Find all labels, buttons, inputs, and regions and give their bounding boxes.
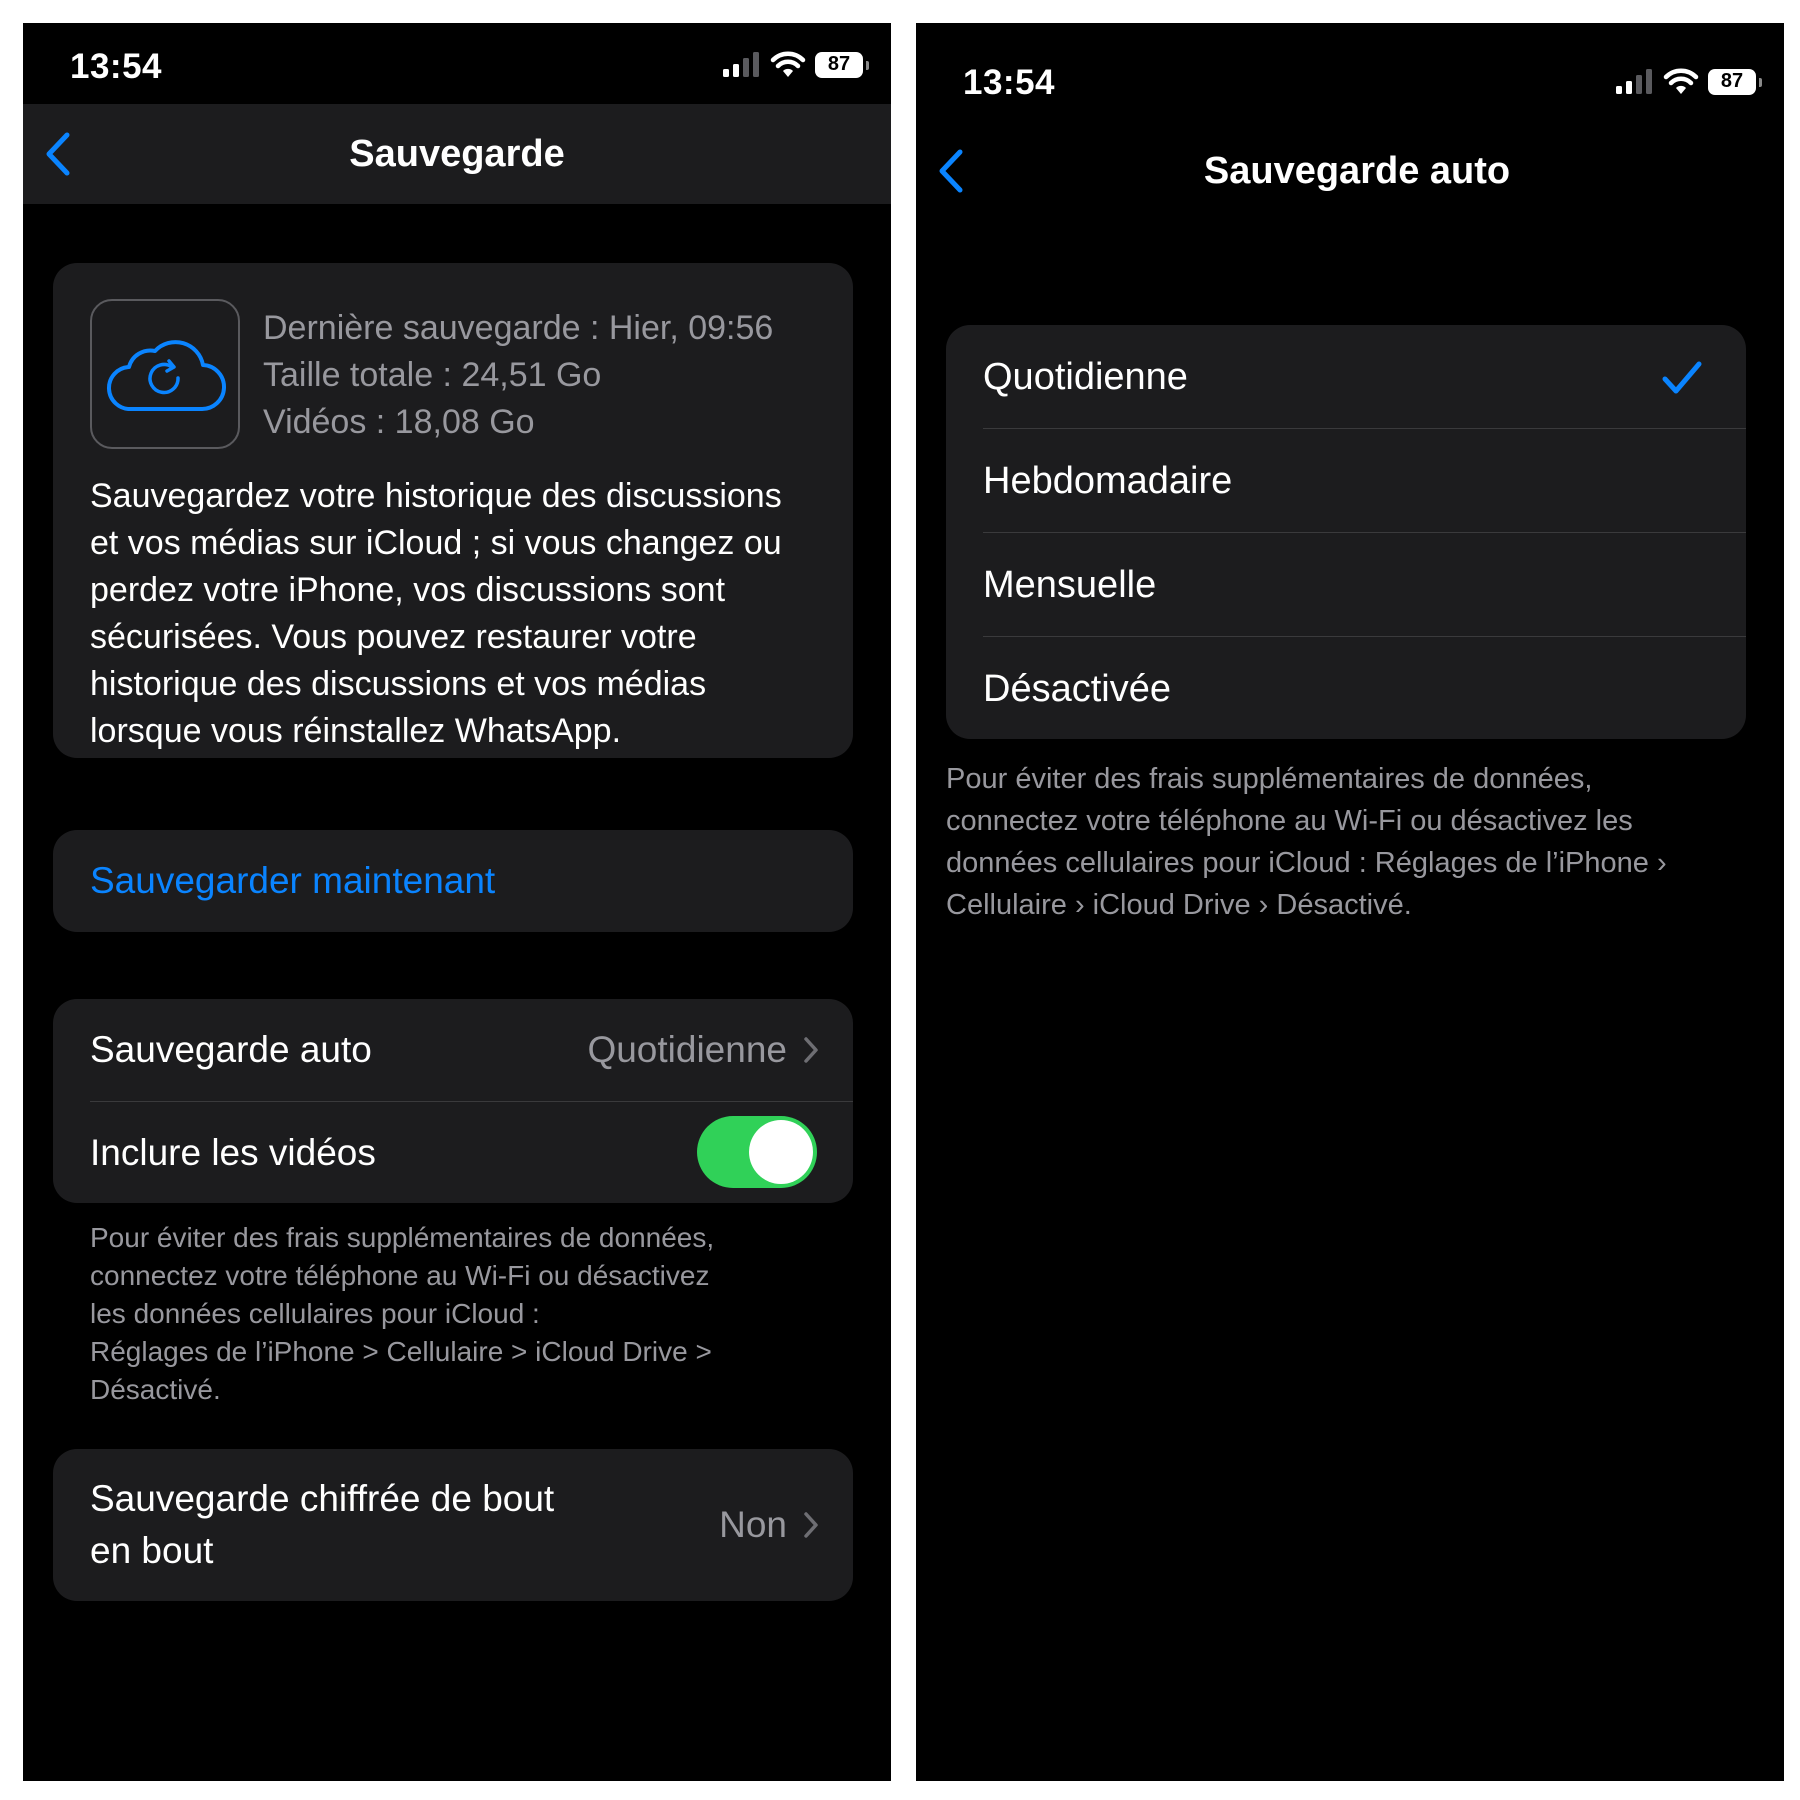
- cellular-signal-icon: [723, 51, 759, 77]
- chevron-left-icon: [939, 149, 963, 193]
- page-title: Sauvegarde auto: [1203, 150, 1511, 192]
- backup-settings-card: Sauvegarde auto Quotidienne Inclure les …: [53, 999, 853, 1203]
- footnote-line: connectez votre téléphone au Wi-Fi ou dé…: [90, 1260, 710, 1291]
- navigation-bar: Sauvegarde auto: [916, 121, 1784, 221]
- encrypted-backup-row[interactable]: Sauvegarde chiffrée de bout en bout Non: [90, 1449, 853, 1601]
- status-icons: 87: [723, 51, 869, 78]
- include-videos-toggle[interactable]: [697, 1116, 817, 1188]
- footnote-line: Pour éviter des frais supplémentaires de…: [946, 763, 1593, 795]
- option-desactivee[interactable]: Désactivée: [983, 637, 1746, 739]
- auto-backup-row[interactable]: Sauvegarde auto Quotidienne: [90, 999, 853, 1101]
- footnote-line: Cellulaire › iCloud Drive › Désactivé.: [946, 889, 1412, 921]
- footnote-line: Réglages de l’iPhone > Cellulaire > iClo…: [90, 1336, 712, 1367]
- data-usage-footnote: Pour éviter des frais supplémentaires de…: [90, 1219, 811, 1409]
- encrypted-label-line: en bout: [90, 1530, 214, 1571]
- auto-backup-screen: 13:54 87 Sauvegarde auto Quotidienne Heb…: [916, 23, 1784, 1781]
- footnote-line: Pour éviter des frais supplémentaires de…: [90, 1222, 715, 1253]
- auto-backup-value: Quotidienne: [587, 1029, 787, 1070]
- status-icons: 87: [1616, 68, 1762, 95]
- footnote-line: les données cellulaires pour iCloud :: [90, 1298, 540, 1329]
- option-hebdomadaire[interactable]: Hebdomadaire: [983, 429, 1746, 533]
- status-bar: 13:54 87: [916, 23, 1784, 123]
- backup-meta: Dernière sauvegarde : Hier, 09:56 Taille…: [263, 305, 773, 446]
- backup-icon-box: [90, 299, 240, 449]
- backup-screen: 13:54 87 Sauvegarde Dernière sauvegarde …: [23, 23, 891, 1781]
- cellular-signal-icon: [1616, 68, 1652, 94]
- chevron-right-icon: [803, 1511, 819, 1539]
- option-label: Hebdomadaire: [983, 460, 1233, 502]
- battery-icon: 87: [1708, 68, 1762, 95]
- option-quotidienne[interactable]: Quotidienne: [983, 325, 1746, 429]
- status-time: 13:54: [70, 47, 163, 86]
- data-usage-footnote: Pour éviter des frais supplémentaires de…: [946, 758, 1754, 926]
- option-label: Mensuelle: [983, 564, 1157, 606]
- checkmark-icon: [1662, 361, 1702, 394]
- footnote-line: connectez votre téléphone au Wi-Fi ou dé…: [946, 805, 1633, 837]
- wifi-icon: [770, 51, 806, 77]
- option-mensuelle[interactable]: Mensuelle: [983, 533, 1746, 637]
- encrypted-backup-label: Sauvegarde chiffrée de bout en bout: [90, 1473, 719, 1577]
- chevron-right-icon: [803, 1036, 819, 1064]
- total-size-text: Taille totale : 24,51 Go: [263, 356, 602, 394]
- backup-now-button[interactable]: Sauvegarder maintenant: [90, 830, 495, 932]
- auto-backup-label: Sauvegarde auto: [90, 1029, 372, 1070]
- encrypted-backup-value: Non: [719, 1504, 787, 1545]
- back-button[interactable]: [926, 143, 976, 199]
- backup-info-card: Dernière sauvegarde : Hier, 09:56 Taille…: [53, 263, 853, 758]
- chevron-left-icon: [46, 132, 70, 176]
- frequency-options-card: Quotidienne Hebdomadaire Mensuelle Désac…: [946, 325, 1746, 739]
- footnote-line: données cellulaires pour iCloud : Réglag…: [946, 847, 1667, 879]
- wifi-icon: [1663, 68, 1699, 94]
- videos-size-text: Vidéos : 18,08 Go: [263, 403, 535, 441]
- cloud-sync-icon: [107, 340, 226, 412]
- back-button[interactable]: [33, 126, 83, 182]
- option-label: Désactivée: [983, 668, 1171, 710]
- option-label: Quotidienne: [983, 356, 1188, 398]
- toggle-knob: [749, 1120, 813, 1184]
- encrypted-label-line: Sauvegarde chiffrée de bout: [90, 1478, 555, 1519]
- footnote-line: Désactivé.: [90, 1374, 221, 1405]
- backup-description: Sauvegardez votre historique des discuss…: [90, 477, 782, 750]
- battery-icon: 87: [815, 51, 869, 78]
- encrypted-backup-card: Sauvegarde chiffrée de bout en bout Non: [53, 1449, 853, 1601]
- page-title: Sauvegarde: [349, 133, 565, 175]
- status-time: 13:54: [963, 63, 1056, 102]
- last-backup-text: Dernière sauvegarde : Hier, 09:56: [263, 309, 774, 347]
- navigation-bar: Sauvegarde: [23, 104, 891, 204]
- backup-now-card: Sauvegarder maintenant: [53, 830, 853, 932]
